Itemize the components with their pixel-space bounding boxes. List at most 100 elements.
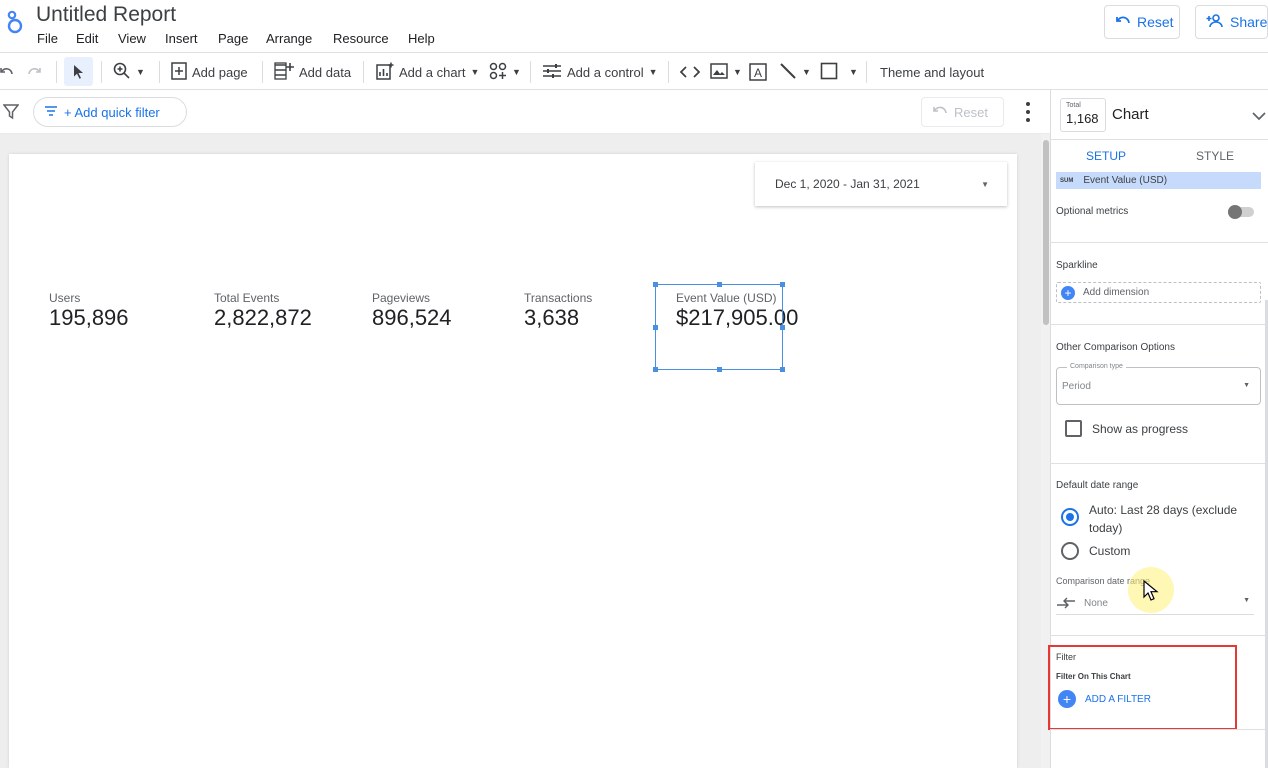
- optional-metrics-toggle[interactable]: [1228, 205, 1254, 219]
- custom-date-label: Custom: [1089, 544, 1131, 558]
- add-control-button[interactable]: Add a control ▼: [542, 53, 658, 91]
- add-data-button[interactable]: Add data: [274, 53, 351, 91]
- scorecard-transactions[interactable]: Transactions 3,638: [524, 291, 592, 331]
- metric-chip[interactable]: SUM Event Value (USD): [1056, 172, 1261, 189]
- add-quick-filter-label: + Add quick filter: [64, 104, 160, 120]
- show-progress-label: Show as progress: [1092, 422, 1189, 436]
- resize-handle[interactable]: [717, 282, 722, 287]
- header-reset-button[interactable]: Reset: [1104, 5, 1180, 39]
- caret-down-icon: ▼: [802, 67, 811, 77]
- toolbar-divider: [668, 61, 669, 83]
- scorecard-users[interactable]: Users 195,896: [49, 291, 129, 331]
- add-quick-filter-button[interactable]: + Add quick filter: [33, 97, 187, 127]
- scorecard-pageviews[interactable]: Pageviews 896,524: [372, 291, 452, 331]
- line-button[interactable]: ▼: [779, 53, 811, 91]
- caret-down-icon: ▼: [470, 67, 480, 77]
- scorecard-label: Users: [49, 291, 81, 305]
- selected-chart-frame[interactable]: [653, 282, 785, 372]
- comparison-type-value: Period: [1062, 381, 1091, 392]
- menu-resource[interactable]: Resource: [333, 31, 389, 46]
- toolbar-divider: [159, 61, 160, 83]
- undo-icon[interactable]: [0, 53, 14, 91]
- panel-divider: [1050, 324, 1268, 325]
- more-vert-icon[interactable]: [1024, 102, 1032, 122]
- toolbar-divider: [363, 61, 364, 83]
- panel-divider: [1050, 242, 1268, 243]
- panel-divider: [1050, 463, 1268, 464]
- menu-file[interactable]: File: [37, 31, 58, 46]
- share-label: Share: [1230, 14, 1268, 30]
- report-page[interactable]: [9, 154, 1017, 768]
- scorecard-label: Total Events: [214, 291, 280, 305]
- toolbar-divider: [530, 61, 531, 83]
- toolbar-divider: [866, 61, 867, 83]
- show-progress-checkbox[interactable]: [1065, 420, 1082, 437]
- filter-funnel-icon[interactable]: [2, 104, 20, 125]
- rectangle-icon: [820, 62, 838, 83]
- mouse-pointer-icon: [1143, 579, 1159, 607]
- add-chart-label: Add a chart: [399, 64, 466, 80]
- chart-total-label: Total: [1066, 102, 1081, 109]
- app-logo-icon[interactable]: [5, 10, 23, 34]
- comparison-type-select[interactable]: Comparison type Period ▼: [1056, 363, 1261, 405]
- comparison-date-value: None: [1084, 598, 1108, 609]
- toggle-knob: [1228, 205, 1242, 219]
- share-button[interactable]: Share: [1195, 5, 1268, 39]
- undo-arrow-icon: [1115, 14, 1131, 31]
- resize-handle[interactable]: [717, 367, 722, 372]
- menu-insert[interactable]: Insert: [165, 31, 198, 46]
- zoom-button[interactable]: ▼: [113, 53, 145, 91]
- select-cursor-icon[interactable]: [64, 57, 93, 86]
- default-date-range-label: Default date range: [1056, 480, 1139, 491]
- redo-icon[interactable]: [27, 53, 41, 91]
- embed-code-icon[interactable]: [680, 53, 700, 91]
- compare-arrows-icon: [1056, 596, 1076, 614]
- shapes-grid-icon: [489, 62, 507, 83]
- undo-arrow-icon: [932, 105, 948, 120]
- panel-divider: [1050, 635, 1268, 636]
- resize-handle[interactable]: [653, 282, 658, 287]
- report-title[interactable]: Untitled Report: [36, 3, 176, 27]
- text-box-icon[interactable]: A: [749, 53, 767, 91]
- scorecard-label: Transactions: [524, 291, 593, 305]
- menu-arrange[interactable]: Arrange: [266, 31, 312, 46]
- chart-type-thumbnail[interactable]: Total 1,168: [1060, 98, 1106, 132]
- zoom-in-icon: [113, 62, 131, 83]
- theme-and-layout-button[interactable]: Theme and layout: [880, 53, 984, 91]
- resize-handle[interactable]: [780, 367, 785, 372]
- add-person-icon: [1206, 13, 1224, 31]
- menu-page[interactable]: Page: [218, 31, 248, 46]
- menu-view[interactable]: View: [118, 31, 146, 46]
- tab-style[interactable]: STYLE: [1162, 140, 1268, 172]
- add-page-button[interactable]: Add page: [171, 53, 248, 91]
- chart-total-value: 1,168: [1066, 111, 1099, 126]
- shape-button[interactable]: ▼: [820, 53, 858, 91]
- date-range-control[interactable]: Dec 1, 2020 - Jan 31, 2021 ▼: [755, 162, 1007, 206]
- resize-handle[interactable]: [780, 325, 785, 330]
- canvas-scrollbar-thumb[interactable]: [1043, 140, 1049, 325]
- custom-date-radio[interactable]: [1061, 542, 1079, 560]
- add-dimension-button[interactable]: + Add dimension: [1056, 282, 1261, 303]
- panel-divider: [1050, 729, 1268, 730]
- scorecard-value: 195,896: [49, 305, 129, 330]
- community-visualizations-button[interactable]: ▼: [489, 53, 521, 91]
- caret-down-icon: ▼: [849, 67, 858, 77]
- scorecard-total-events[interactable]: Total Events 2,822,872: [214, 291, 312, 331]
- tab-setup[interactable]: SETUP: [1050, 140, 1162, 172]
- auto-date-radio[interactable]: [1061, 508, 1079, 526]
- menu-help[interactable]: Help: [408, 31, 435, 46]
- image-button[interactable]: ▼: [710, 53, 742, 91]
- resize-handle[interactable]: [653, 367, 658, 372]
- filter-reset-button[interactable]: Reset: [921, 97, 1004, 127]
- toolbar-divider: [101, 61, 102, 83]
- other-comparison-label: Other Comparison Options: [1056, 342, 1175, 353]
- add-chart-button[interactable]: Add a chart ▼: [376, 53, 479, 91]
- chevron-down-icon[interactable]: [1252, 108, 1266, 126]
- caret-down-icon: ▼: [1243, 382, 1250, 389]
- header-reset-label: Reset: [1137, 14, 1174, 30]
- resize-handle[interactable]: [653, 325, 658, 330]
- caret-down-icon: ▼: [981, 179, 989, 189]
- image-icon: [710, 62, 728, 82]
- resize-handle[interactable]: [780, 282, 785, 287]
- menu-edit[interactable]: Edit: [76, 31, 98, 46]
